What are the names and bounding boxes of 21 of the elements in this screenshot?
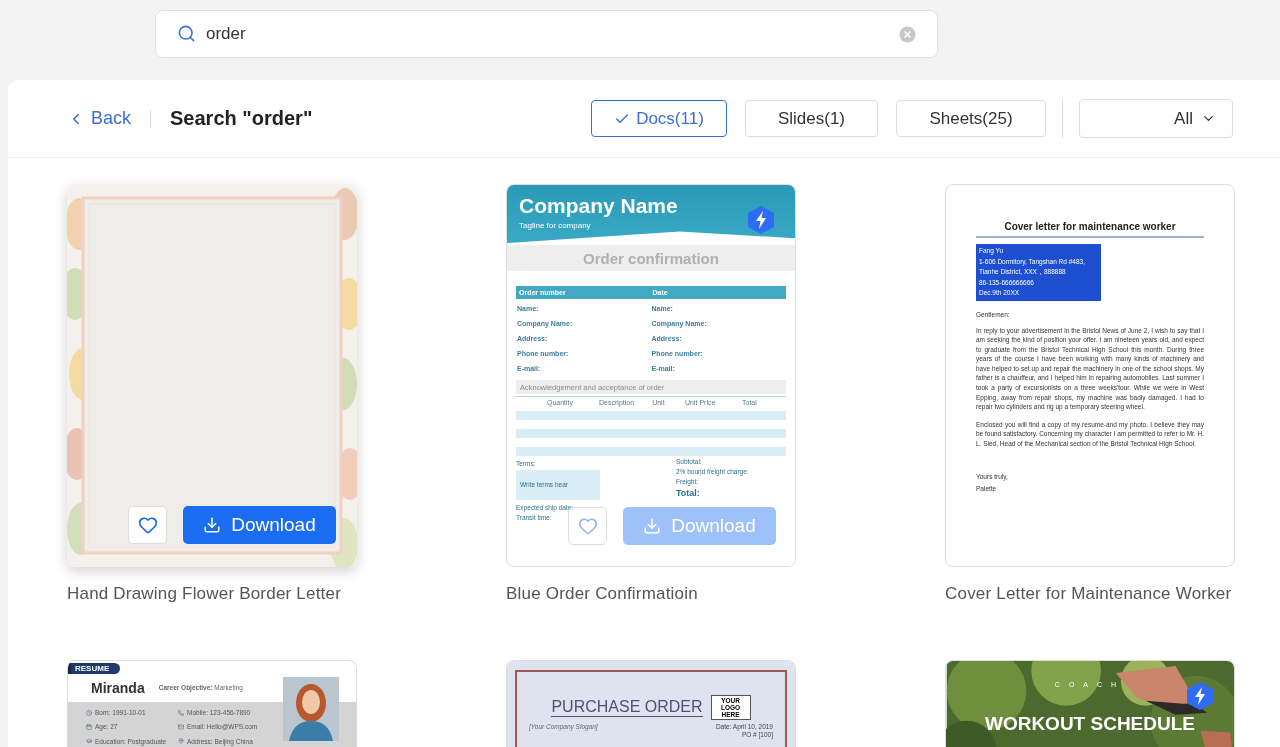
total-label: Total: bbox=[676, 488, 701, 498]
template-title: Blue Order Confirmatioin bbox=[506, 583, 699, 605]
download-button[interactable]: Download bbox=[183, 506, 336, 544]
back-link[interactable]: Back bbox=[67, 108, 132, 129]
document-heading: Order confirmation bbox=[507, 245, 795, 271]
template-thumbnail[interactable]: Download bbox=[67, 184, 357, 567]
company-name: Company Name bbox=[519, 194, 679, 218]
resume-tag: RESUME bbox=[68, 663, 120, 674]
document-heading: PURCHASE ORDER bbox=[551, 698, 703, 717]
search-field[interactable]: order bbox=[155, 10, 938, 58]
filter-tab[interactable]: Docs(11) bbox=[591, 100, 727, 137]
schedule-heading: WORKOUT SCHEDULE bbox=[984, 713, 1196, 735]
company-tagline: Tagline for company bbox=[519, 221, 592, 230]
person-name: Miranda bbox=[91, 680, 145, 696]
filter-tab[interactable]: Sheets(25) bbox=[896, 100, 1046, 137]
template-title: Cover Letter for Maintenance Worker bbox=[945, 583, 1233, 605]
letter-heading: Cover letter for maintenance worker bbox=[976, 221, 1204, 238]
type-dropdown[interactable]: All bbox=[1079, 99, 1233, 138]
search-title: Search "order" bbox=[170, 107, 314, 130]
template-title: Hand Drawing Flower Border Letter bbox=[67, 583, 342, 605]
filter-tab[interactable]: Slides(1) bbox=[745, 100, 878, 137]
